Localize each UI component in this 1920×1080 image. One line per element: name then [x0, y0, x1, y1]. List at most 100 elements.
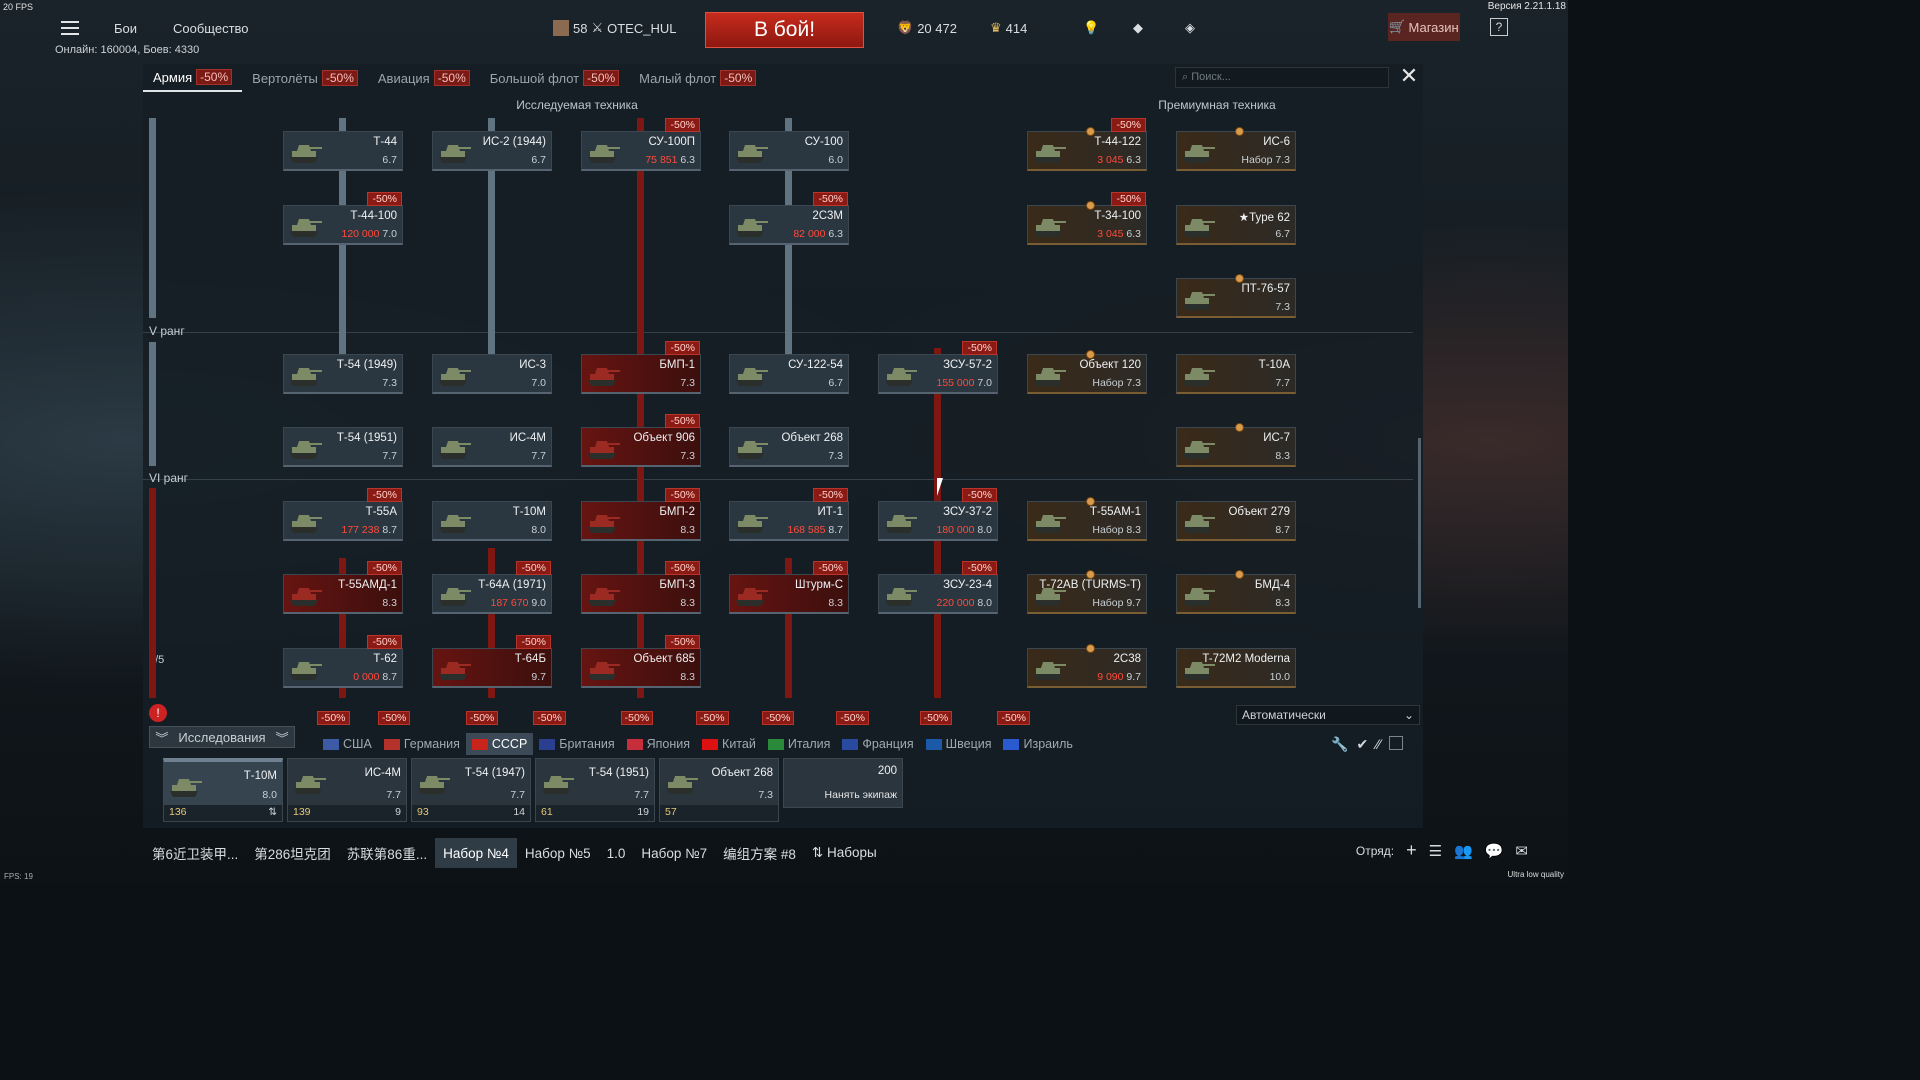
vehicle-card[interactable]: ИС-4М 7.7	[432, 427, 552, 467]
preset-tab[interactable]: 第286坦克团	[246, 838, 339, 868]
vehicle-card[interactable]: ИС-6 Набор 7.3	[1176, 127, 1296, 171]
nation-tab-2[interactable]: СССР -50%	[465, 711, 534, 755]
preset-tab[interactable]: 1.0	[599, 838, 634, 868]
fight-button[interactable]: В бой!	[705, 12, 864, 48]
vehicle-card[interactable]: СУ-100 6.0	[729, 131, 849, 171]
vehicle-card[interactable]: ИС-7 8.3	[1176, 423, 1296, 467]
tab-4[interactable]: Малый флот -50%	[629, 64, 766, 92]
tab-3[interactable]: Большой флот -50%	[480, 64, 629, 92]
vehicle-card[interactable]: ЗСУ-57-2 155 000 7.0 -50%	[878, 341, 998, 394]
coupon-icon[interactable]: ◈	[1185, 10, 1195, 46]
silver-balance[interactable]: 🦁 20 472	[897, 10, 957, 46]
preset-tab[interactable]: ⇅ Наборы	[804, 838, 885, 868]
nation-tab-7[interactable]: Франция -50%	[836, 711, 919, 755]
chat-icon[interactable]: 💬	[1485, 842, 1504, 860]
search-input[interactable]: ⌕ Поиск...	[1175, 67, 1389, 88]
vehicle-card[interactable]: Т-44 6.7	[283, 131, 403, 171]
lightbulb-icon[interactable]: 💡	[1083, 10, 1099, 46]
vehicle-card[interactable]: T-72M2 Moderna 10.0	[1176, 648, 1296, 688]
vehicle-card[interactable]: Т-55АМ-1 Набор 8.3	[1027, 497, 1147, 541]
vehicle-card[interactable]: ★Type 62 6.7	[1176, 205, 1296, 245]
gold-balance[interactable]: ♛ 414	[990, 10, 1027, 46]
nation-tab-8[interactable]: Швеция -50%	[919, 711, 998, 755]
vehicle-card[interactable]: Т-62 0 000 8.7 -50%	[283, 635, 403, 688]
research-toggle-button[interactable]: ︾ Исследования ︾	[149, 726, 295, 748]
vehicle-card[interactable]: Т-44-122 3 045 6.3 -50%	[1027, 118, 1147, 171]
vehicle-card[interactable]: Т-54 (1951) 7.7	[283, 427, 403, 467]
help-button[interactable]: ?	[1490, 18, 1508, 36]
vehicle-card[interactable]: Т-64А (1971) 187 670 9.0 -50%	[432, 561, 552, 614]
vehicle-card[interactable]: Т-55А 177 238 8.7 -50%	[283, 488, 403, 541]
nav-battles[interactable]: Бои	[114, 10, 137, 46]
shop-button[interactable]: 🛒 Магазин	[1388, 13, 1460, 41]
vehicle-card[interactable]: Объект 120 Набор 7.3	[1027, 350, 1147, 394]
vehicle-card[interactable]: Т-54 (1949) 7.3	[283, 354, 403, 394]
nation-tab-3[interactable]: Британия -50%	[533, 711, 620, 755]
close-icon[interactable]: ✕	[1398, 65, 1420, 88]
tab-1[interactable]: Вертолёты -50%	[242, 64, 368, 92]
vehicle-card[interactable]: 2С38 9 090 9.7	[1027, 644, 1147, 688]
vehicle-card[interactable]: Т-10М 8.0	[432, 501, 552, 541]
vehicle-card[interactable]: Т-34-100 3 045 6.3 -50%	[1027, 192, 1147, 245]
crew-slot[interactable]: Т-54 (1951) 7.7 61 19	[535, 758, 655, 822]
preset-tab[interactable]: Набор №5	[517, 838, 599, 868]
friends-icon[interactable]: 👥	[1454, 842, 1473, 860]
list-icon[interactable]: ☰	[1429, 842, 1442, 860]
check-icon[interactable]: ✔	[1356, 736, 1368, 753]
plus-icon[interactable]: +	[1406, 840, 1417, 861]
nation-tab-9[interactable]: Израиль -50%	[997, 711, 1078, 755]
vehicle-card[interactable]: ИС-3 7.0	[432, 354, 552, 394]
vehicle-card[interactable]: Т-10А 7.7	[1176, 354, 1296, 394]
nation-tab-5[interactable]: Китай -50%	[696, 711, 762, 755]
nation-tab-1[interactable]: Германия -50%	[377, 711, 466, 755]
vehicle-card[interactable]: ПТ-76-57 7.3	[1176, 274, 1296, 318]
vehicle-card[interactable]: 2С3М 82 000 6.3 -50%	[729, 192, 849, 245]
vehicle-card[interactable]: БМП-1 7.3 -50%	[581, 341, 701, 394]
scrollbar[interactable]	[1418, 438, 1421, 608]
vehicle-card[interactable]: ИС-2 (1944) 6.7	[432, 131, 552, 171]
crew-slot[interactable]: Т-54 (1947) 7.7 93 14	[411, 758, 531, 822]
vehicle-card[interactable]: ИТ-1 168 585 8.7 -50%	[729, 488, 849, 541]
player-profile[interactable]: 58 ⚔ OTEC_HUL	[553, 10, 676, 46]
vehicle-card[interactable]: Объект 685 8.3 -50%	[581, 635, 701, 688]
vehicle-card[interactable]: Объект 906 7.3 -50%	[581, 414, 701, 467]
diamond-icon[interactable]: ◆	[1133, 10, 1143, 46]
auto-select-dropdown[interactable]: Автоматически ⌄	[1236, 705, 1420, 725]
vehicle-card[interactable]: БМП-2 8.3 -50%	[581, 488, 701, 541]
nation-tab-0[interactable]: США -50%	[317, 711, 378, 755]
preset-tab[interactable]: 第6近卫装甲...	[144, 838, 246, 868]
nation-tab-6[interactable]: Италия -50%	[761, 711, 837, 755]
vehicle-card[interactable]: Т-44-100 120 000 7.0 -50%	[283, 192, 403, 245]
vehicle-card[interactable]: ЗСУ-37-2 180 000 8.0 -50%	[878, 488, 998, 541]
hire-crew-button[interactable]: 200 Нанять экипаж	[783, 758, 903, 808]
vehicle-card[interactable]: БМП-3 8.3 -50%	[581, 561, 701, 614]
repair-all-icon[interactable]: ⁄⁄	[1376, 736, 1381, 753]
vehicle-card[interactable]: СУ-122-54 6.7	[729, 354, 849, 394]
mail-icon[interactable]: ✉	[1515, 842, 1528, 860]
crew-slot[interactable]: Т-10М 8.0 136 ⇅	[163, 758, 283, 822]
wrench-icon[interactable]: 🔧	[1331, 736, 1348, 753]
warning-icon[interactable]: !	[149, 704, 167, 722]
tab-2[interactable]: Авиация -50%	[368, 64, 480, 92]
vehicle-card[interactable]: Т-64Б 9.7 -50%	[432, 635, 552, 688]
vehicle-card[interactable]: ЗСУ-23-4 220 000 8.0 -50%	[878, 561, 998, 614]
vehicle-card[interactable]: Т-55АМД-1 8.3 -50%	[283, 561, 403, 614]
vehicle-card[interactable]: Т-72АВ (TURMS-T) Набор 9.7	[1027, 570, 1147, 614]
menu-icon[interactable]	[58, 10, 82, 46]
vehicle-card[interactable]: СУ-100П 75 851 6.3 -50%	[581, 118, 701, 171]
vehicle-card[interactable]: Штурм-С 8.3 -50%	[729, 561, 849, 614]
crew-slot[interactable]: Объект 268 7.3 57	[659, 758, 779, 822]
crew-slot[interactable]: ИС-4М 7.7 139 9	[287, 758, 407, 822]
preset-tab[interactable]: 苏联第86重...	[339, 838, 435, 868]
preset-tab[interactable]: Набор №4	[435, 838, 517, 868]
preset-tab[interactable]: Набор №7	[633, 838, 715, 868]
vehicle-card[interactable]: БМД-4 8.3	[1176, 570, 1296, 614]
checkbox-icon[interactable]	[1388, 736, 1403, 750]
tech-tree[interactable]: V ранг VI ранг 1/5 Т-44 6.7 Т-44-100 120 00…	[143, 118, 1423, 698]
tab-0[interactable]: Армия -50%	[143, 64, 243, 92]
preset-tab[interactable]: 编组方案 #8	[715, 838, 804, 868]
nation-tab-4[interactable]: Япония -50%	[620, 711, 696, 755]
vehicle-card[interactable]: Объект 268 7.3	[729, 427, 849, 467]
vehicle-card[interactable]: Объект 279 8.7	[1176, 501, 1296, 541]
nav-community[interactable]: Сообщество	[173, 10, 249, 46]
